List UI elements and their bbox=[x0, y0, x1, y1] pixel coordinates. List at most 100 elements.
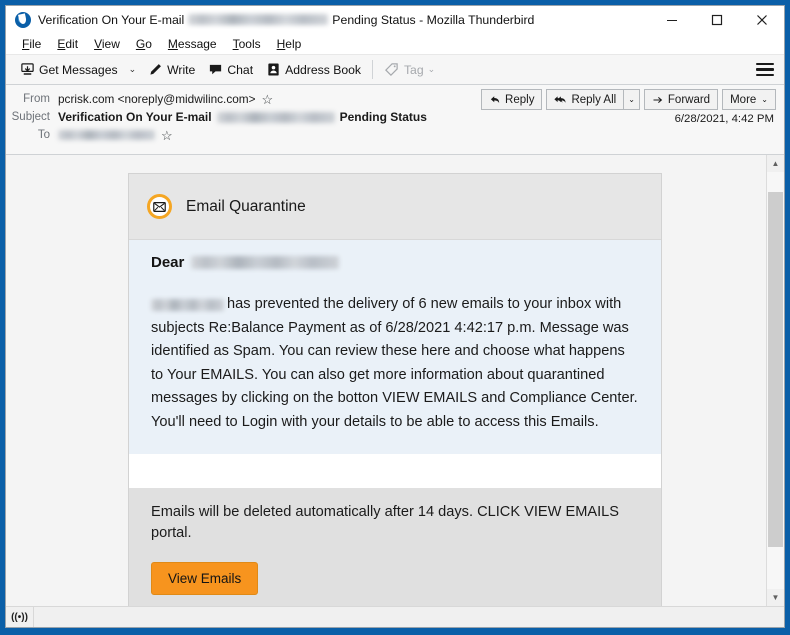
write-label: Write bbox=[167, 62, 196, 77]
greeting: Dear bbox=[151, 254, 639, 271]
card-body: Dear has prevented the delivery of 6 new… bbox=[129, 240, 661, 454]
tag-icon bbox=[384, 62, 400, 78]
from-address: pcrisk.com <noreply@midwilinc.com> bbox=[58, 92, 256, 106]
write-button[interactable]: Write bbox=[141, 57, 201, 82]
chat-bubble-icon bbox=[207, 62, 223, 78]
from-star-icon[interactable]: ☆ bbox=[262, 93, 274, 106]
get-messages-label: Get Messages bbox=[39, 62, 118, 77]
window-inner: Verification On Your E-mail Pending Stat… bbox=[5, 5, 785, 628]
window-title-suffix: Pending Status - Mozilla Thunderbird bbox=[332, 12, 535, 27]
quarantine-envelope-icon bbox=[147, 194, 172, 219]
message-body-scroll: Email Quarantine Dear has prevented the … bbox=[6, 155, 766, 606]
forward-button[interactable]: Forward bbox=[643, 89, 719, 110]
reply-all-button[interactable]: Reply All bbox=[546, 89, 625, 110]
card-footer: Emails will be deleted automatically aft… bbox=[129, 488, 661, 606]
card-header: Email Quarantine bbox=[129, 174, 661, 240]
chat-button[interactable]: Chat bbox=[201, 57, 259, 82]
status-bar: ((•)) bbox=[6, 606, 784, 627]
menu-tools[interactable]: Tools bbox=[225, 34, 269, 54]
scrollbar-thumb[interactable] bbox=[768, 192, 783, 547]
scroll-down-button[interactable]: ▼ bbox=[767, 589, 784, 606]
window-controls bbox=[649, 6, 784, 33]
menu-file[interactable]: File bbox=[14, 34, 49, 54]
view-emails-button[interactable]: View Emails bbox=[151, 562, 259, 595]
to-label: To bbox=[37, 129, 50, 141]
chat-label: Chat bbox=[227, 62, 254, 77]
subject-redacted-email bbox=[216, 111, 335, 123]
chevron-down-icon: ⌄ bbox=[761, 95, 768, 104]
footer-text: Emails will be deleted automatically aft… bbox=[151, 504, 620, 541]
menu-help-access: H bbox=[276, 36, 286, 51]
menu-help[interactable]: Help bbox=[269, 34, 310, 54]
get-messages-button[interactable]: Get Messages bbox=[13, 57, 124, 82]
chevron-down-icon: ⌄ bbox=[128, 64, 137, 74]
download-mail-icon bbox=[19, 62, 35, 78]
subject-row: Subject Verification On Your E-mail Pend… bbox=[6, 108, 784, 126]
menu-help-label: elp bbox=[285, 36, 302, 51]
menu-bar: File Edit View Go Message Tools Help bbox=[6, 33, 784, 55]
close-button[interactable] bbox=[739, 6, 784, 33]
to-row: To ☆ bbox=[6, 126, 784, 144]
tag-label: Tag bbox=[403, 62, 424, 77]
title-bar: Verification On Your E-mail Pending Stat… bbox=[6, 6, 784, 33]
main-toolbar: Get Messages ⌄ Write Chat Address Book T… bbox=[6, 55, 784, 85]
menu-go-label: o bbox=[145, 36, 152, 51]
body-paragraph-text: has prevented the delivery of 6 new emai… bbox=[151, 296, 638, 430]
connection-status-icon: ((•)) bbox=[6, 607, 34, 627]
forward-label: Forward bbox=[667, 93, 711, 106]
app-menu-button[interactable] bbox=[756, 62, 774, 77]
to-value: ☆ bbox=[58, 129, 173, 142]
window-title-redacted-email bbox=[188, 14, 329, 25]
menu-file-label: ile bbox=[29, 36, 42, 51]
menu-go-access: G bbox=[135, 36, 146, 51]
menu-view[interactable]: View bbox=[86, 34, 128, 54]
thunderbird-logo bbox=[15, 11, 31, 28]
card-title: Email Quarantine bbox=[186, 197, 306, 215]
menu-go[interactable]: Go bbox=[128, 34, 160, 54]
menu-message-label: essage bbox=[177, 36, 217, 51]
body-paragraph: has prevented the delivery of 6 new emai… bbox=[151, 293, 639, 434]
maximize-button[interactable] bbox=[694, 6, 739, 33]
thunderbird-window: Verification On Your E-mail Pending Stat… bbox=[0, 0, 790, 635]
menu-edit[interactable]: Edit bbox=[49, 34, 86, 54]
get-messages-dropdown[interactable]: ⌄ bbox=[124, 57, 142, 82]
body-redacted-domain bbox=[151, 299, 224, 312]
address-book-label: Address Book bbox=[285, 62, 361, 77]
window-title-prefix: Verification On Your E-mail bbox=[38, 12, 185, 27]
subject-label: Subject bbox=[11, 111, 50, 123]
reply-all-label: Reply All bbox=[571, 93, 617, 106]
to-redacted-email bbox=[58, 130, 155, 140]
reply-label: Reply bbox=[505, 93, 535, 106]
minimize-button[interactable] bbox=[649, 6, 694, 33]
reply-button[interactable]: Reply bbox=[481, 89, 543, 110]
menu-view-label: iew bbox=[101, 36, 120, 51]
subject-prefix: Verification On Your E-mail bbox=[58, 110, 212, 124]
menu-message[interactable]: Message bbox=[160, 34, 225, 54]
toolbar-separator bbox=[371, 60, 373, 79]
message-header: From pcrisk.com <noreply@midwilinc.com> … bbox=[6, 85, 784, 155]
menu-view-access: V bbox=[94, 36, 102, 51]
address-book-button[interactable]: Address Book bbox=[259, 57, 367, 82]
message-body-area: Email Quarantine Dear has prevented the … bbox=[6, 155, 784, 606]
greeting-label: Dear bbox=[151, 254, 185, 271]
tag-chevron-down-icon: ⌄ bbox=[427, 64, 436, 74]
tag-button[interactable]: Tag ⌄ bbox=[378, 57, 441, 82]
message-action-buttons: Reply Reply All ⌄ Forward More ⌄ bbox=[477, 89, 776, 110]
from-value: pcrisk.com <noreply@midwilinc.com> ☆ bbox=[58, 92, 273, 106]
pencil-icon bbox=[147, 62, 163, 78]
more-label: More bbox=[730, 93, 757, 106]
menu-tools-label: ools bbox=[238, 36, 261, 51]
more-button[interactable]: More ⌄ bbox=[722, 89, 776, 110]
to-star-icon[interactable]: ☆ bbox=[161, 129, 173, 142]
hamburger-bar-1 bbox=[756, 62, 774, 65]
hamburger-bar-2 bbox=[756, 68, 774, 71]
scroll-up-button[interactable]: ▲ bbox=[767, 155, 784, 172]
body-vertical-scrollbar[interactable]: ▲ ▼ bbox=[766, 155, 784, 606]
message-date: 6/28/2021, 4:42 PM bbox=[674, 113, 774, 125]
address-book-icon bbox=[265, 62, 281, 78]
card-spacer bbox=[129, 454, 661, 488]
chevron-down-icon: ⌄ bbox=[628, 95, 635, 104]
reply-all-dropdown[interactable]: ⌄ bbox=[624, 89, 640, 110]
subject-value: Verification On Your E-mail Pending Stat… bbox=[58, 110, 427, 124]
scrollbar-track[interactable] bbox=[767, 172, 784, 589]
